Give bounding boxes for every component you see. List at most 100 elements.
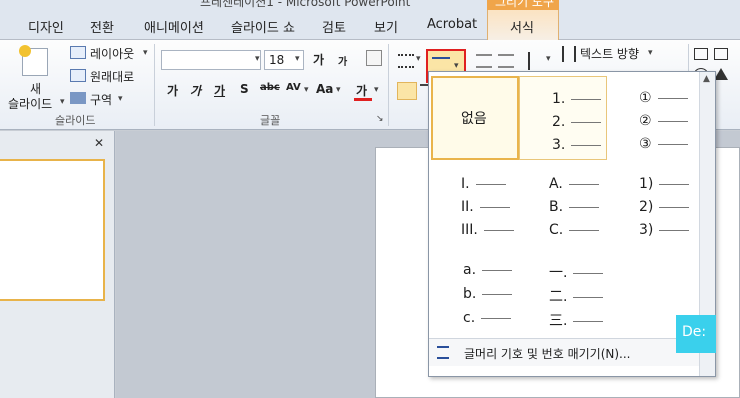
decrease-indent-icon[interactable] [476,54,492,68]
char-spacing-dropdown-icon[interactable]: ▾ [304,85,309,95]
text-direction-icon [562,46,576,62]
shrink-font-button[interactable]: 가 [338,53,347,68]
increase-indent-icon[interactable] [498,54,514,68]
text-direction-dropdown-icon[interactable]: ▾ [648,48,653,58]
tab-acrobat[interactable]: Acrobat [427,17,477,32]
option-text: A. [549,176,563,192]
tab-slideshow[interactable]: 슬라이드 쇼 [231,17,295,36]
option-text: 3) [639,222,654,238]
line-spacing-dropdown-icon[interactable]: ▾ [546,54,551,64]
option-text: a. [463,262,477,278]
font-color-swatch [354,98,372,101]
text-direction-button[interactable]: 텍스트 방향 [580,45,639,62]
layout-icon [70,46,86,59]
option-text: II. [461,199,474,215]
numbering-arabic-option[interactable]: 1. 2. 3. [519,76,607,160]
underline-button[interactable]: 가 [214,82,225,99]
numbering-korean-option[interactable]: 一. 二. 三. [519,256,607,336]
option-text: C. [549,222,564,238]
bullets-icon[interactable] [398,54,414,68]
new-slide-label-2[interactable]: 슬라이드 [8,95,52,112]
shape-triangle-icon[interactable] [714,68,728,80]
tab-format[interactable]: 서식 [510,17,534,36]
tab-design[interactable]: 디자인 [28,17,64,36]
group-separator [154,44,155,126]
reset-button[interactable]: 원래대로 [90,68,134,85]
shadow-button[interactable]: S [240,82,249,96]
tab-animations[interactable]: 애니메이션 [144,17,204,36]
new-slide-dropdown-icon[interactable]: ▾ [60,97,65,107]
shape-vertical-textbox-icon[interactable] [714,48,728,60]
char-spacing-button[interactable]: AV [286,82,301,93]
layout-dropdown-icon[interactable]: ▾ [143,48,148,58]
layout-button[interactable]: 레이아웃 [90,45,134,62]
bullets-numbering-label: 글머리 기호 및 번호 매기기(N)... [464,347,631,361]
change-case-dropdown-icon[interactable]: ▾ [336,85,341,95]
numbering-alpha-upper-option[interactable]: A. B. C. [519,166,607,250]
numbering-none-option[interactable]: 없음 [431,76,519,160]
shape-textbox-icon[interactable] [694,48,708,60]
tab-review[interactable]: 검토 [322,17,346,36]
tab-transitions[interactable]: 전환 [90,17,114,36]
option-text: 2) [639,199,654,215]
option-text: I. [461,176,470,192]
bold-button[interactable]: 가 [167,82,178,99]
slides-pane: ✕ [0,131,115,398]
tooltip-overlay: De: [676,315,716,353]
option-text: 三. [549,313,568,329]
option-text: b. [463,286,477,302]
numbering-circled-option[interactable]: ① ② ③ [609,76,697,160]
font-group-label: 글꼴 [260,114,281,127]
option-text: 2. [552,114,566,130]
none-label: 없음 [461,111,487,127]
option-text: 1) [639,176,654,192]
font-name-dropdown-icon[interactable]: ▾ [255,54,260,64]
change-case-button[interactable]: Aa [316,82,333,96]
font-name-input[interactable] [161,50,261,70]
option-text: 1. [552,91,566,107]
grow-font-button[interactable]: 가 [313,51,324,68]
tab-view[interactable]: 보기 [374,17,398,36]
strikethrough-button[interactable]: abc [260,82,280,93]
scroll-up-icon[interactable]: ▲ [703,74,710,84]
clear-format-icon[interactable] [366,50,382,66]
numbering-paren-option[interactable]: 1) 2) 3) [609,166,697,250]
new-slide-icon[interactable] [19,45,48,76]
font-color-dropdown-icon[interactable]: ▾ [374,85,379,95]
option-text: ② [639,113,652,129]
font-size-dropdown-icon[interactable]: ▾ [295,54,300,64]
section-dropdown-icon[interactable]: ▾ [118,94,123,104]
section-button[interactable]: 구역 [90,91,112,108]
option-text: c. [463,310,476,326]
close-pane-icon[interactable]: ✕ [94,136,104,150]
reset-icon [70,69,86,82]
option-text: 一. [549,265,568,281]
slide-thumbnail[interactable] [0,159,105,301]
numbering-icon [437,346,449,359]
bullets-dropdown-icon[interactable]: ▾ [416,54,421,64]
italic-button[interactable]: 가 [190,82,201,99]
option-text: III. [461,222,478,238]
drawing-tools-label: 그리기 도구 [495,0,555,9]
option-text: 3. [552,137,566,153]
tooltip-text: De: [682,324,707,340]
line-spacing-icon[interactable] [528,52,544,70]
ribbon-tabs: 디자인 전환 애니메이션 슬라이드 쇼 검토 보기 Acrobat 서식 [0,10,740,40]
section-icon [70,92,86,104]
slides-group-label: 슬라이드 [55,114,96,127]
drawing-tools-band: 그리기 도구 [487,0,559,10]
numbering-gallery: 없음 1. 2. 3. ① ② ③ I. II. III. A. B. C. 1… [428,71,716,377]
bullets-numbering-menu-item[interactable]: 글머리 기호 및 번호 매기기(N)... [429,338,715,366]
title-bar: 프레젠테이션1 - Microsoft PowerPoint 그리기 도구 [0,0,740,10]
font-color-button[interactable]: 가 [356,82,367,99]
window-title: 프레젠테이션1 - Microsoft PowerPoint [200,0,411,9]
option-text: ③ [639,136,652,152]
numbering-alpha-lower-option[interactable]: a. b. c. [431,256,519,336]
option-text: ① [639,90,652,106]
option-text: B. [549,199,564,215]
font-dialog-launcher-icon[interactable]: ↘ [376,114,384,124]
numbering-roman-option[interactable]: I. II. III. [431,166,519,250]
numbering-dropdown-icon[interactable]: ▾ [454,61,459,71]
align-left-button[interactable] [397,82,417,100]
option-text: 二. [549,289,568,305]
